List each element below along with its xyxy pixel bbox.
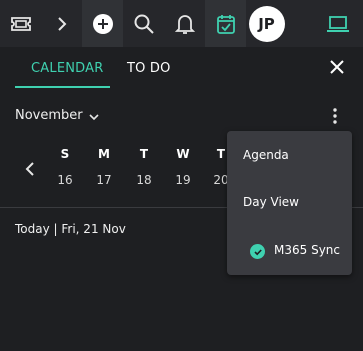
bell-icon (174, 14, 195, 34)
weekday-label: T (139, 147, 149, 161)
ticket-button[interactable] (0, 0, 41, 47)
search-button[interactable] (123, 0, 164, 47)
calendar-button[interactable] (205, 0, 246, 47)
tab-bar: CALENDAR TO DO (0, 47, 363, 91)
expand-button[interactable] (41, 0, 82, 47)
laptop-icon (327, 15, 349, 32)
chevron-down-icon[interactable] (88, 112, 100, 122)
close-icon (330, 60, 344, 74)
weekday-label: S (60, 147, 70, 161)
menu-item-agenda[interactable]: Agenda (243, 148, 289, 162)
top-toolbar: JP (0, 0, 363, 47)
tab-calendar[interactable]: CALENDAR (31, 61, 103, 76)
tab-todo[interactable]: TO DO (127, 61, 171, 76)
calendar-check-icon (216, 14, 235, 34)
avatar: JP (248, 5, 285, 42)
date-cell[interactable]: 18 (133, 173, 155, 187)
device-button[interactable] (313, 0, 363, 47)
weekday-label: W (176, 147, 190, 161)
more-options-icon[interactable] (328, 107, 342, 125)
date-cell[interactable]: 19 (172, 173, 194, 187)
add-button[interactable] (82, 0, 123, 47)
date-cell[interactable]: 17 (93, 173, 115, 187)
check-circle-icon (250, 244, 265, 259)
weekday-label: M (98, 147, 110, 161)
menu-item-m365-sync[interactable]: M365 Sync (274, 243, 340, 257)
date-cell[interactable]: 16 (54, 173, 76, 187)
month-label[interactable]: November (15, 108, 83, 123)
chevron-left-icon[interactable] (23, 160, 37, 178)
active-tab-indicator (15, 86, 110, 88)
ticket-icon (10, 16, 31, 31)
today-label: Today | Fri, 21 Nov (15, 222, 126, 236)
plus-circle-icon (92, 13, 113, 34)
notifications-button[interactable] (164, 0, 205, 47)
chevron-right-icon (57, 16, 66, 31)
avatar-button[interactable]: JP (246, 0, 287, 47)
options-menu: Agenda Day View M365 Sync (227, 131, 352, 275)
close-button[interactable] (326, 56, 348, 78)
search-icon (134, 14, 154, 34)
menu-item-day-view[interactable]: Day View (243, 195, 299, 209)
